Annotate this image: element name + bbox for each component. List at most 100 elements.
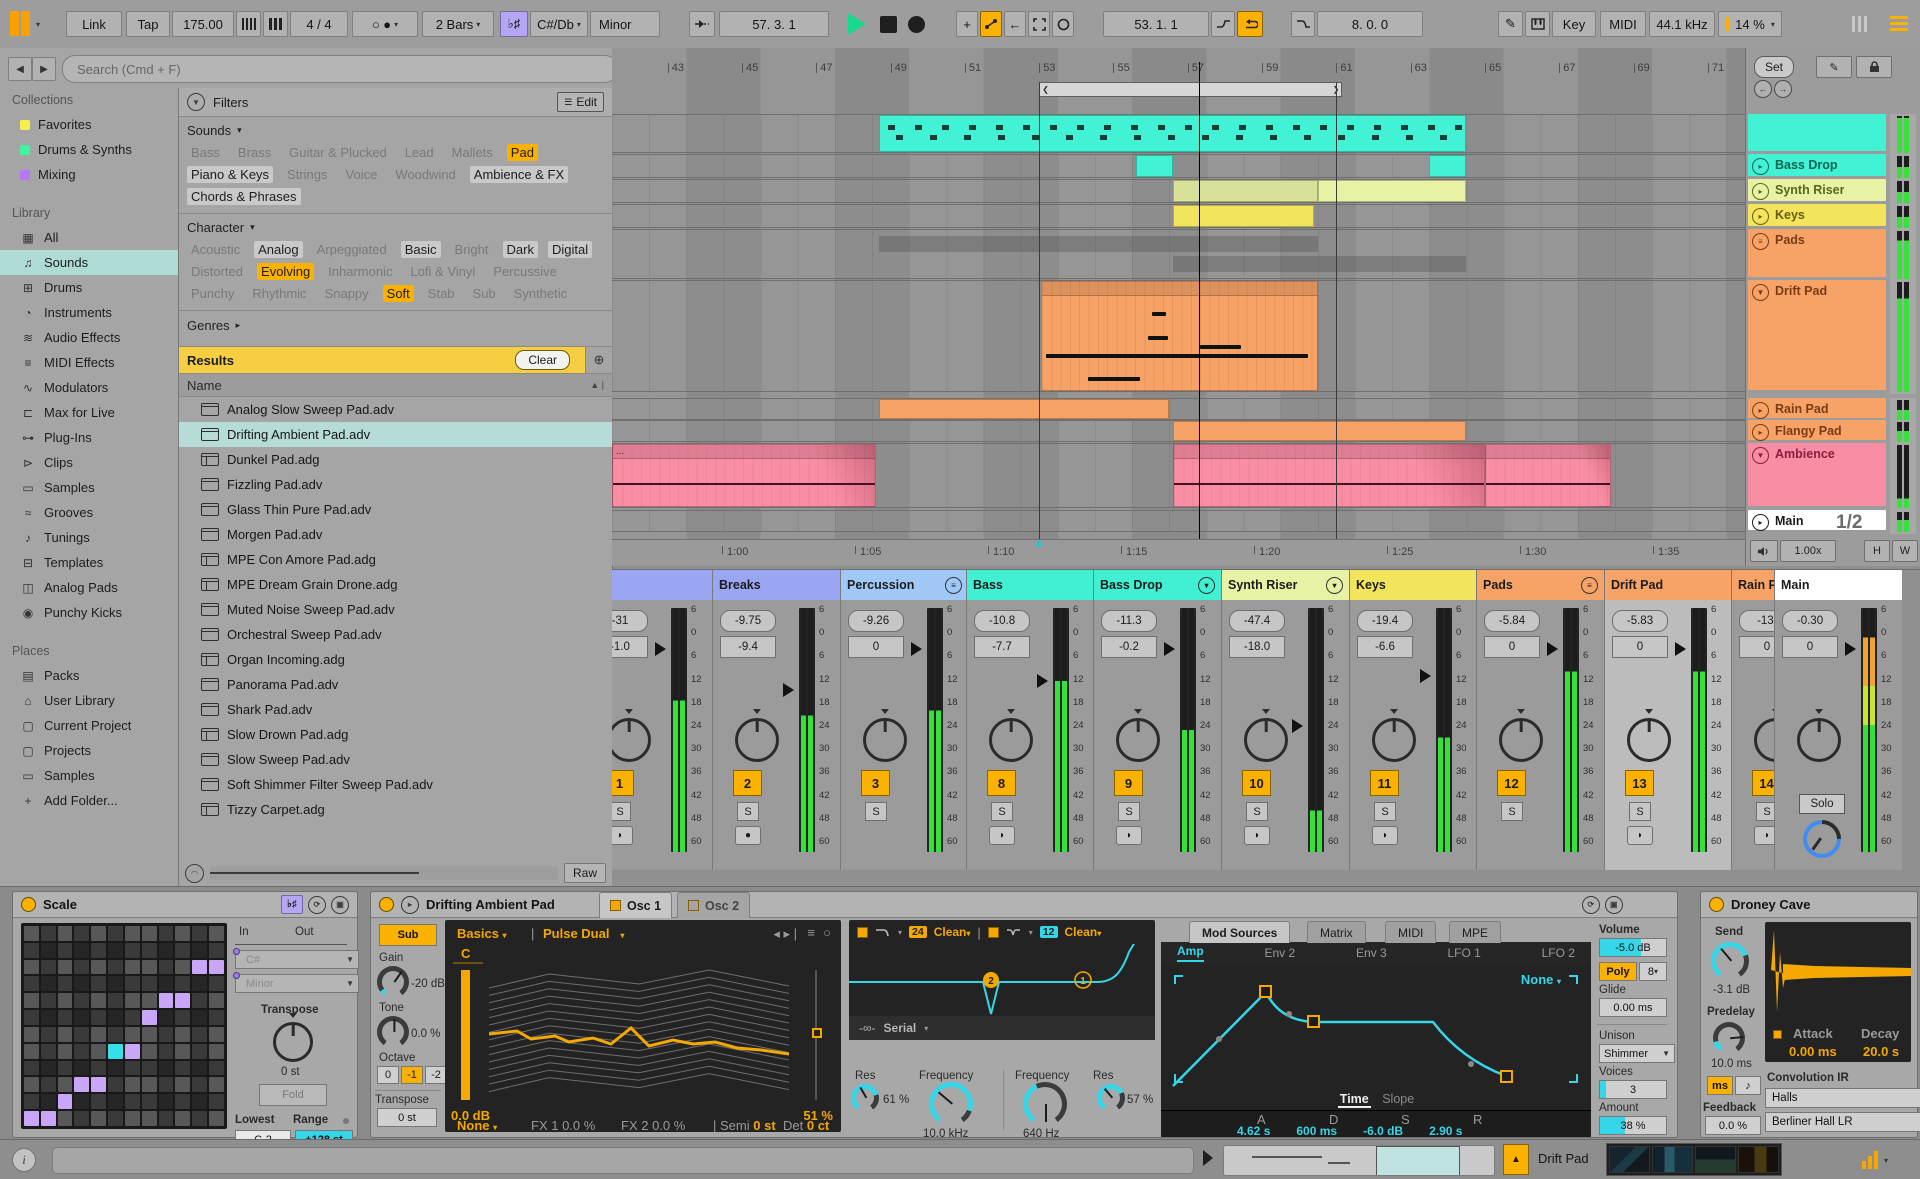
sidebar-item-analog-pads[interactable]: ◫ Analog Pads (0, 575, 178, 600)
scale-grid-cell[interactable] (209, 976, 224, 992)
filter-tag-distorted[interactable]: Distorted (187, 263, 247, 280)
scale-grid-cell[interactable] (74, 1060, 90, 1076)
ms-mode-button[interactable]: ms (1707, 1076, 1733, 1095)
scale-grid-cell[interactable] (24, 1077, 39, 1093)
filter1-res-knob[interactable] (851, 1084, 879, 1112)
punch-in-button[interactable] (1211, 11, 1235, 37)
track-lane-ambience[interactable]: ... (612, 443, 1745, 508)
env-slope-tab[interactable]: Slope (1382, 1092, 1414, 1106)
attack-toggle[interactable] (1773, 1030, 1782, 1039)
peak-level-value[interactable]: -13. (1739, 610, 1774, 632)
wavetable-name-menu[interactable]: Pulse Dual ▾ (543, 926, 624, 941)
mixer-track-title[interactable]: Drift Pad (1605, 570, 1731, 600)
browser-forward-button[interactable]: ▶ (32, 57, 56, 81)
scale-grid-cell[interactable] (24, 1010, 39, 1025)
scale-grid-cell[interactable] (192, 1010, 208, 1025)
mixer-track-title[interactable]: ms (612, 570, 712, 600)
scale-grid-cell[interactable] (24, 959, 39, 975)
re-enable-automation-button[interactable]: ← (1004, 11, 1026, 37)
scale-grid-cell[interactable] (124, 1111, 140, 1126)
sub-gain-knob[interactable] (377, 966, 409, 998)
pan-knob[interactable] (735, 718, 779, 762)
filter-tag-bright[interactable]: Bright (451, 241, 493, 258)
pan-knob[interactable] (1244, 718, 1288, 762)
solo-button[interactable]: S (1629, 802, 1651, 821)
computer-midi-keyboard-button[interactable] (1525, 11, 1550, 37)
filter-tag-soft[interactable]: Soft (382, 285, 414, 302)
volume-value[interactable]: 0 (1782, 636, 1838, 658)
filter-tag-analog[interactable]: Analog (254, 241, 303, 258)
scale-grid-cell[interactable] (40, 1043, 56, 1059)
browser-back-button[interactable]: ◀ (8, 57, 32, 81)
scale-grid-cell[interactable] (124, 976, 140, 992)
scale-device-title-bar[interactable]: Scale ♭♯ ⟳ ▣ (13, 892, 357, 918)
mixer-strip-percussion[interactable]: Percussion ≡ -9.26 0 6 0 6 12 18 24 30 36 42 48 60 3 S (841, 570, 967, 870)
scale-grid-cell[interactable] (124, 1026, 140, 1042)
send-knob[interactable] (1711, 942, 1749, 980)
mod-tab-midi[interactable]: MIDI (1385, 921, 1437, 943)
scale-grid-cell[interactable] (141, 959, 157, 975)
fold-icon[interactable]: ▼ (1752, 447, 1769, 464)
next-locator-button[interactable]: → (1774, 80, 1792, 98)
mixer-track-title[interactable]: Main (1775, 570, 1902, 600)
pan-knob[interactable] (1372, 718, 1416, 762)
decay-value[interactable]: 20.0 s (1863, 1044, 1899, 1059)
filter2-circuit-menu[interactable]: Clean▾ (1065, 925, 1102, 939)
key-map-button[interactable]: Key (1552, 11, 1596, 37)
track-activator[interactable]: 10 (1242, 770, 1271, 796)
filter-tag-acoustic[interactable]: Acoustic (187, 241, 244, 258)
osc-transpose-value[interactable]: 0 st (377, 1108, 437, 1127)
link-button[interactable]: Link (66, 11, 122, 37)
sidebar-item-sounds[interactable]: ♫ Sounds (0, 250, 178, 275)
sidebar-item-midi-effects[interactable]: ≡ MIDI Effects (0, 350, 178, 375)
scale-grid-cell[interactable] (192, 1094, 208, 1110)
volume-value[interactable]: -0.2 (1101, 636, 1157, 658)
octave-button--2[interactable]: -2 (425, 1066, 447, 1084)
poly-voices-menu[interactable]: 8 ▾ (1639, 962, 1667, 981)
octave-button--1[interactable]: -1 (401, 1066, 423, 1084)
sidebar-item-drums-synths[interactable]: Drums & Synths (0, 137, 178, 162)
scale-grid-cell[interactable] (141, 1060, 157, 1076)
output-level-icon[interactable] (1862, 1149, 1878, 1169)
glide-value[interactable]: 0.00 ms (1599, 998, 1667, 1017)
save-preset-icon[interactable]: ▣ (331, 895, 349, 914)
fold-icon[interactable]: ▼ (1752, 284, 1769, 301)
track-activator[interactable]: 9 (1114, 770, 1143, 796)
filter1-slope[interactable]: 24 (909, 926, 927, 938)
scale-grid-cell[interactable] (57, 993, 73, 1009)
scale-grid-cell[interactable] (57, 942, 73, 958)
cpu-meter[interactable]: 14 % ▾ (1718, 11, 1782, 37)
clip[interactable] (1041, 281, 1318, 391)
scale-grid-cell[interactable] (74, 942, 90, 958)
clip[interactable] (1172, 421, 1467, 441)
tap-tempo-button[interactable]: Tap (126, 11, 170, 37)
scale-grid-cell[interactable] (141, 1043, 157, 1059)
arm-button[interactable]: ● (735, 826, 761, 845)
scale-grid-cell[interactable] (74, 993, 90, 1009)
volume-fader[interactable] (1292, 719, 1303, 734)
sidebar-item-templates[interactable]: ⊟ Templates (0, 550, 178, 575)
mixer-strip-breaks[interactable]: Breaks -9.75 -9.4 6 0 6 12 18 24 30 36 42 48 60 2 S ● (713, 570, 841, 870)
track-header-drift-pad[interactable]: ▼ Drift Pad (1748, 280, 1886, 390)
scale-grid-cell[interactable] (40, 976, 56, 992)
track-fold-icon[interactable]: ▾ (1198, 576, 1215, 594)
device-on-toggle[interactable] (21, 897, 36, 912)
sidebar-item-samples[interactable]: ▭ Samples (0, 475, 178, 500)
scale-grid-cell[interactable] (57, 1060, 73, 1076)
scale-grid-cell[interactable] (24, 1094, 39, 1110)
volume-fader[interactable] (1420, 668, 1431, 683)
sidebar-item-modulators[interactable]: ∿ Modulators (0, 375, 178, 400)
metronome-button[interactable] (263, 11, 288, 37)
show-device-chain-button[interactable]: ▲ (1503, 1144, 1529, 1175)
scale-grid-cell[interactable] (192, 993, 208, 1009)
scale-grid-cell[interactable] (57, 1111, 73, 1126)
attack-value[interactable]: 0.00 ms (1789, 1044, 1837, 1059)
scale-grid-cell[interactable] (108, 959, 123, 975)
scale-type-select[interactable]: Minor ▼ (235, 974, 359, 993)
scale-grid-cell[interactable] (124, 1060, 140, 1076)
gain-value[interactable]: -20 dB (411, 978, 445, 990)
result-item[interactable]: Morgen Pad.adv (179, 522, 612, 547)
scale-grid-cell[interactable] (40, 1111, 56, 1126)
filter-tag-punchy[interactable]: Punchy (187, 285, 238, 302)
scale-grid-cell[interactable] (40, 1094, 56, 1110)
